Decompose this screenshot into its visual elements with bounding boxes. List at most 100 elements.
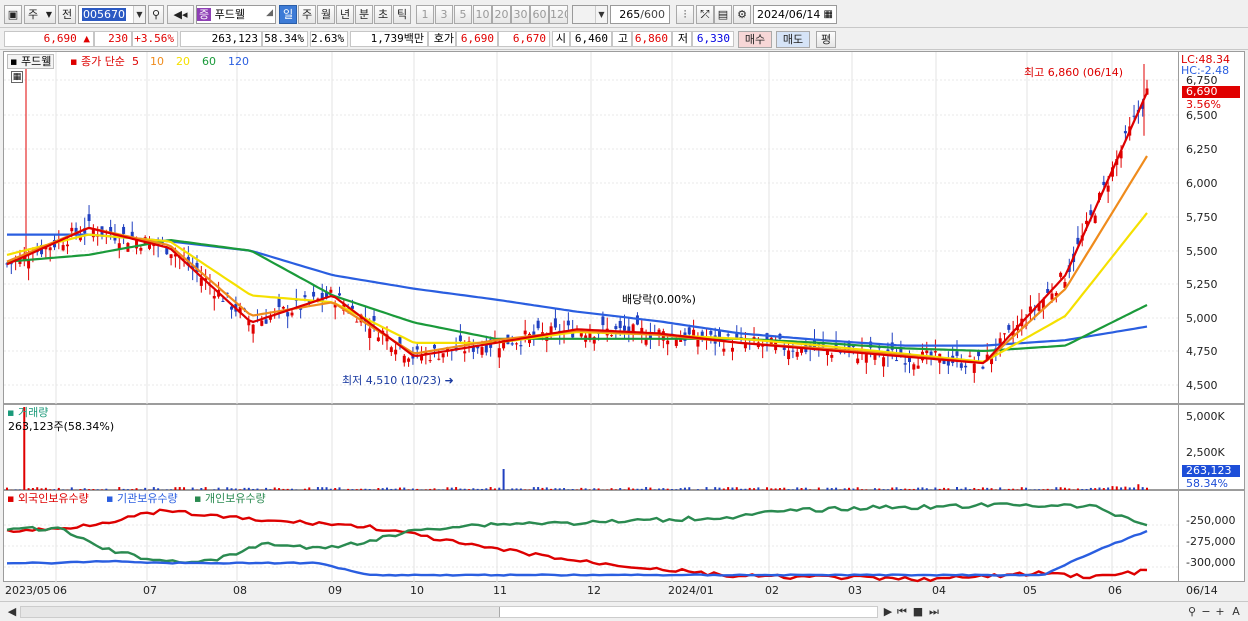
candle-body xyxy=(601,316,605,326)
last-icon[interactable]: ⏭ xyxy=(928,606,940,618)
scroll-right-icon[interactable]: ▶ xyxy=(882,606,894,618)
code-input[interactable]: 005670 ▼ xyxy=(78,5,146,24)
turnover-rate: 2.63% xyxy=(310,31,348,47)
search-icon[interactable]: ⚲ xyxy=(148,5,164,24)
all-toggle[interactable]: 전 xyxy=(58,5,76,24)
candle-body xyxy=(389,347,393,353)
volume-chart[interactable] xyxy=(4,405,1180,491)
window-icon[interactable]: ▣ xyxy=(4,5,22,24)
period-6[interactable]: 틱 xyxy=(393,5,411,24)
holding-axis: -250,000 -275,000 -300,000 xyxy=(1179,490,1245,582)
candle-body xyxy=(722,348,726,352)
period-5[interactable]: 초 xyxy=(374,5,392,24)
legend-ma-20: 20 xyxy=(176,55,190,68)
count-field[interactable]: 265/600 xyxy=(610,5,670,24)
candle-body xyxy=(864,354,868,363)
candle-body xyxy=(981,366,985,369)
stop-icon[interactable]: ■ xyxy=(912,606,924,618)
interval-4[interactable]: 20 xyxy=(492,5,511,24)
trend-icon[interactable]: ⤱ xyxy=(696,5,714,24)
candle-body xyxy=(523,330,527,335)
candle-body xyxy=(666,340,670,345)
price-axis: 6,750 6,500 6,250 6,000 5,750 5,500 5,250 5,000… xyxy=(1179,51,1245,404)
holding-line-1[interactable] xyxy=(6,529,1148,577)
candle-body xyxy=(882,357,886,367)
low-note: 최저 4,510 (10/23) ➜ xyxy=(342,374,454,387)
interval-1[interactable]: 3 xyxy=(435,5,453,24)
save-icon[interactable]: ▤ xyxy=(714,5,732,24)
pyeong-button[interactable]: 평 xyxy=(816,31,836,48)
scrollbar-track[interactable] xyxy=(20,606,878,618)
legend-stock[interactable]: ▪ 푸드웰 xyxy=(7,54,55,69)
candle-body xyxy=(955,351,959,356)
sell-button[interactable]: 매도 xyxy=(776,31,810,48)
period-3[interactable]: 년 xyxy=(336,5,354,24)
period-2[interactable]: 월 xyxy=(317,5,335,24)
candle-body xyxy=(687,327,691,335)
high-label: 고 xyxy=(612,31,632,47)
period-4[interactable]: 분 xyxy=(355,5,373,24)
scrollbar-thumb[interactable] xyxy=(499,607,877,617)
hold-tick: -250,000 xyxy=(1186,514,1236,527)
buy-button[interactable]: 매수 xyxy=(738,31,772,48)
calendar-icon[interactable]: ▦ xyxy=(824,6,833,23)
legend-holding-2: ▪ 개인보유수량 xyxy=(194,492,266,505)
x-tick-11: 04 xyxy=(932,584,946,597)
minus-icon[interactable]: − xyxy=(1200,606,1212,618)
candle-body xyxy=(1059,272,1063,277)
period-1[interactable]: 주 xyxy=(298,5,316,24)
candle-body xyxy=(515,343,519,345)
x-tick-8: 2024/01 xyxy=(668,584,714,597)
candle-body xyxy=(730,347,734,352)
price-tick: 6,250 xyxy=(1186,143,1218,156)
legend-ma-10: 10 xyxy=(150,55,164,68)
date-field[interactable]: 2024/06/14 ▦ xyxy=(753,5,837,24)
chevron-down-icon[interactable]: ▼ xyxy=(595,6,607,23)
pct-tag: 3.56% xyxy=(1186,98,1221,111)
interval-3[interactable]: 10 xyxy=(473,5,492,24)
font-icon[interactable]: A xyxy=(1230,606,1242,618)
x-tick-3: 08 xyxy=(233,584,247,597)
grid-icon[interactable]: ▦ xyxy=(11,71,23,83)
stock-name-field[interactable]: 증 푸드웰 ◢ xyxy=(196,5,276,24)
holding-line-0[interactable] xyxy=(6,508,1148,583)
plus-icon[interactable]: + xyxy=(1214,606,1226,618)
candle-body xyxy=(303,295,307,298)
interval-0[interactable]: 1 xyxy=(416,5,434,24)
change-pct: +3.56% xyxy=(132,31,178,47)
candle-body xyxy=(968,355,972,357)
candle-body xyxy=(519,345,523,347)
candle-body xyxy=(553,318,557,328)
candle-body xyxy=(903,363,907,365)
low-value: 6,330 xyxy=(692,31,734,47)
candle-body xyxy=(895,360,899,362)
interval-7[interactable]: 120 xyxy=(549,5,568,24)
candle-body xyxy=(264,319,268,324)
speaker-icon[interactable]: ◀◂ xyxy=(167,5,194,24)
holding-chart[interactable] xyxy=(4,491,1180,583)
first-icon[interactable]: ⏮ xyxy=(896,606,908,618)
high-value: 6,860 xyxy=(632,31,672,47)
interval-6[interactable]: 60 xyxy=(530,5,549,24)
chevron-down-icon[interactable]: ▼ xyxy=(133,6,145,23)
period-0[interactable]: 일 xyxy=(279,5,297,24)
candle-body xyxy=(566,320,570,326)
candle-body xyxy=(510,343,514,345)
volume-axis: 5,000K 2,500K 263,123 58.34% xyxy=(1179,404,1245,490)
interval-2[interactable]: 5 xyxy=(454,5,472,24)
price-pane: ▪ 푸드웰 ▪ 종가 단순 5 10 20 60 120 ▦ 최고 6,860 (06/… xyxy=(3,51,1180,405)
candle-body xyxy=(709,331,713,335)
zoom-icon[interactable]: ⚲ xyxy=(1186,606,1198,618)
interval-5[interactable]: 30 xyxy=(511,5,530,24)
market-select[interactable]: 주 ▼ xyxy=(24,5,56,24)
bottom-bar: ◀ ▶ ⏮ ■ ⏭ ⚲ − + A xyxy=(0,601,1248,621)
price-chart[interactable] xyxy=(4,52,1180,405)
candle-body xyxy=(912,364,916,370)
interval-select[interactable]: ▼ xyxy=(572,5,608,24)
scroll-left-icon[interactable]: ◀ xyxy=(6,606,18,618)
candle-icon[interactable]: ⫶ xyxy=(676,5,694,24)
candle-body xyxy=(277,298,281,308)
gear-icon[interactable]: ⚙ xyxy=(733,5,751,24)
candle-body xyxy=(1106,185,1110,192)
ma-line-5[interactable] xyxy=(6,91,1149,365)
